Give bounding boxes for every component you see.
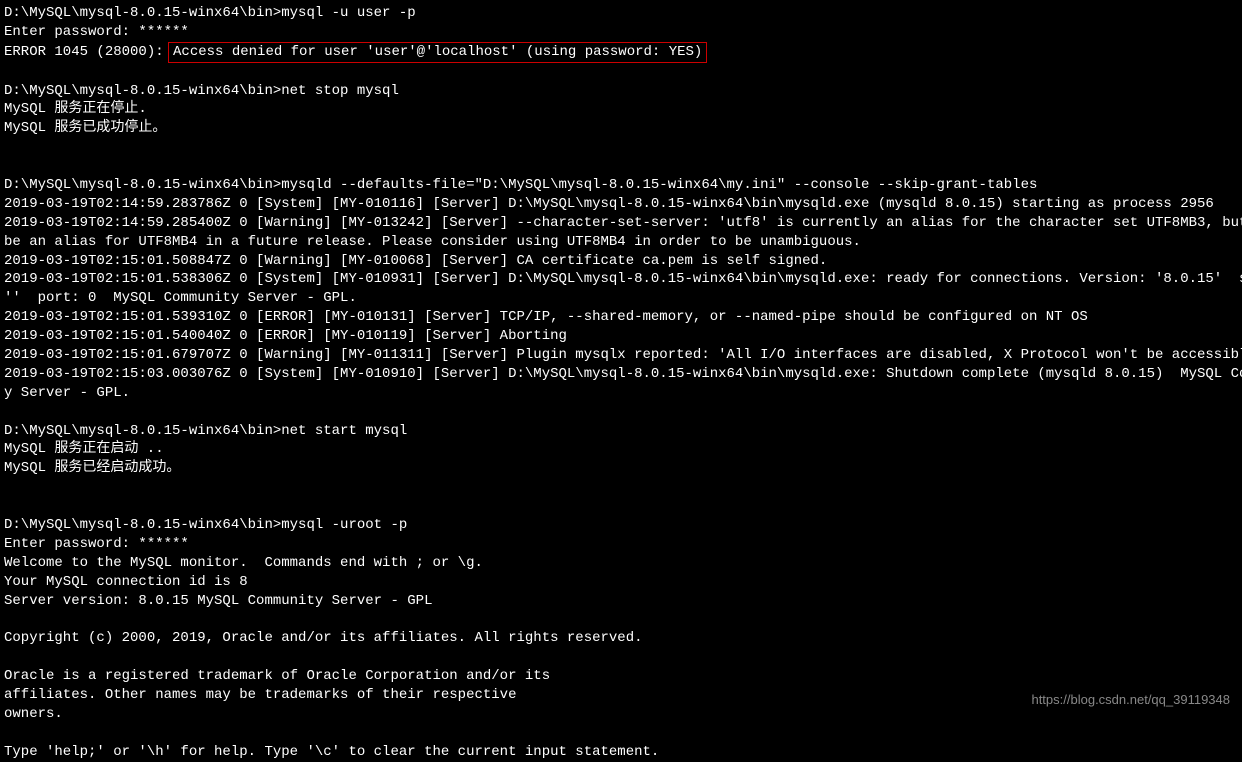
- terminal-line: [4, 648, 1238, 667]
- error-highlight: Access denied for user 'user'@'localhost…: [168, 42, 707, 63]
- terminal-line: Welcome to the MySQL monitor. Commands e…: [4, 554, 1238, 573]
- terminal-line: Enter password: ******: [4, 23, 1238, 42]
- terminal-line: [4, 724, 1238, 743]
- terminal-line: Enter password: ******: [4, 535, 1238, 554]
- terminal-line: [4, 611, 1238, 630]
- terminal-line: D:\MySQL\mysql-8.0.15-winx64\bin>mysql -…: [4, 516, 1238, 535]
- terminal-line: Your MySQL connection id is 8: [4, 573, 1238, 592]
- terminal-line: [4, 403, 1238, 422]
- terminal-line: Oracle is a registered trademark of Orac…: [4, 667, 1238, 686]
- terminal-line: Type 'help;' or '\h' for help. Type '\c'…: [4, 743, 1238, 762]
- terminal-output[interactable]: D:\MySQL\mysql-8.0.15-winx64\bin>mysql -…: [4, 4, 1238, 762]
- terminal-line: D:\MySQL\mysql-8.0.15-winx64\bin>mysql -…: [4, 4, 1238, 23]
- terminal-line: MySQL 服务正在启动 ..: [4, 440, 1238, 459]
- terminal-line: 2019-03-19T02:15:01.539310Z 0 [ERROR] [M…: [4, 308, 1238, 327]
- terminal-line: 2019-03-19T02:14:59.283786Z 0 [System] […: [4, 195, 1238, 214]
- terminal-line: 2019-03-19T02:15:01.538306Z 0 [System] […: [4, 270, 1238, 289]
- terminal-line: [4, 497, 1238, 516]
- terminal-line: 2019-03-19T02:15:01.540040Z 0 [ERROR] [M…: [4, 327, 1238, 346]
- watermark-text: https://blog.csdn.net/qq_39119348: [1031, 691, 1230, 709]
- terminal-line: [4, 63, 1238, 82]
- terminal-line: D:\MySQL\mysql-8.0.15-winx64\bin>mysqld …: [4, 176, 1238, 195]
- terminal-line: [4, 157, 1238, 176]
- terminal-line: 2019-03-19T02:15:03.003076Z 0 [System] […: [4, 365, 1238, 384]
- terminal-line: ERROR 1045 (28000): Access denied for us…: [4, 42, 1238, 63]
- terminal-line: [4, 478, 1238, 497]
- terminal-line: y Server - GPL.: [4, 384, 1238, 403]
- terminal-line: Copyright (c) 2000, 2019, Oracle and/or …: [4, 629, 1238, 648]
- terminal-line: Server version: 8.0.15 MySQL Community S…: [4, 592, 1238, 611]
- terminal-line: MySQL 服务正在停止.: [4, 100, 1238, 119]
- terminal-line: [4, 138, 1238, 157]
- terminal-line: 2019-03-19T02:14:59.285400Z 0 [Warning] …: [4, 214, 1238, 233]
- terminal-line: D:\MySQL\mysql-8.0.15-winx64\bin>net sto…: [4, 82, 1238, 101]
- terminal-line: MySQL 服务已经启动成功。: [4, 459, 1238, 478]
- terminal-line: D:\MySQL\mysql-8.0.15-winx64\bin>net sta…: [4, 422, 1238, 441]
- terminal-line: '' port: 0 MySQL Community Server - GPL.: [4, 289, 1238, 308]
- terminal-line: MySQL 服务已成功停止。: [4, 119, 1238, 138]
- terminal-line: be an alias for UTF8MB4 in a future rele…: [4, 233, 1238, 252]
- terminal-line: 2019-03-19T02:15:01.679707Z 0 [Warning] …: [4, 346, 1238, 365]
- terminal-line: 2019-03-19T02:15:01.508847Z 0 [Warning] …: [4, 252, 1238, 271]
